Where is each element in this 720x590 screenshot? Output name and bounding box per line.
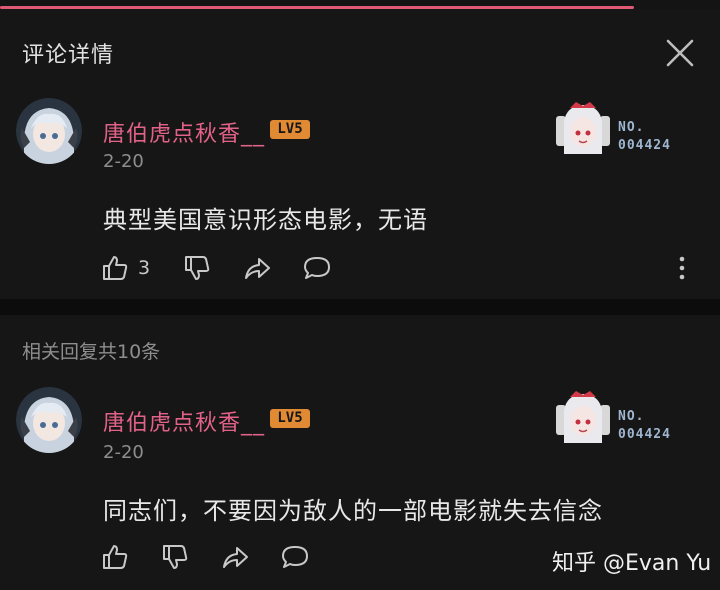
anime-avatar-icon <box>16 98 82 164</box>
share-arrow-icon <box>223 547 248 568</box>
comment-actions <box>100 542 320 576</box>
share-button[interactable] <box>220 542 252 574</box>
share-button[interactable] <box>242 253 274 285</box>
fan-character-icon <box>556 391 610 443</box>
username[interactable]: 唐伯虎点秋香__ <box>103 405 265 437</box>
like-button[interactable] <box>100 542 132 574</box>
comment-detail-header: 评论详情 <box>0 9 720 83</box>
thumbs-up-icon <box>103 545 128 569</box>
main-comment: 唐伯虎点秋香__ LV5 2-20 NO. 004424 典型美国意识形态电影，… <box>0 83 720 299</box>
like-count: 3 <box>138 257 151 279</box>
section-divider <box>0 299 720 315</box>
replies-header: 相关回复共10条 <box>0 315 720 372</box>
dislike-button[interactable] <box>182 253 214 285</box>
like-button[interactable]: 3 <box>100 253 150 285</box>
replies-count: 相关回复共10条 <box>22 341 161 363</box>
comment-actions: 3 <box>100 253 340 287</box>
close-icon <box>666 39 694 67</box>
level-badge: LV5 <box>270 120 310 139</box>
comment-date: 2-20 <box>103 151 144 172</box>
fan-card-label: NO. <box>618 409 645 424</box>
watermark: 知乎 @Evan Yu <box>552 551 712 576</box>
speech-bubble-icon <box>282 546 308 568</box>
reply-button[interactable] <box>280 542 312 574</box>
username[interactable]: 唐伯虎点秋香__ <box>103 116 265 148</box>
top-progress-track <box>0 0 720 9</box>
level-badge: LV5 <box>270 409 310 428</box>
fan-card-number: 004424 <box>618 138 671 153</box>
anime-avatar-icon <box>16 387 82 453</box>
fan-card-label: NO. <box>618 120 645 135</box>
fan-character-icon <box>556 102 610 154</box>
share-arrow-icon <box>245 258 270 279</box>
comment-content: 同志们，不要因为敌人的一部电影就失去信念 <box>103 497 603 525</box>
thumbs-down-icon <box>185 256 210 280</box>
comment-date: 2-20 <box>103 442 144 463</box>
close-button[interactable] <box>662 35 698 71</box>
page-title: 评论详情 <box>22 43 115 68</box>
fan-card-number: 004424 <box>618 427 671 442</box>
speech-bubble-icon <box>304 257 330 279</box>
vertical-ellipsis-icon <box>679 256 685 280</box>
more-options-button[interactable] <box>670 253 694 283</box>
avatar[interactable] <box>16 387 82 453</box>
thumbs-down-icon <box>163 545 188 569</box>
thumbs-up-icon <box>103 256 128 280</box>
reply-button[interactable] <box>302 253 334 285</box>
fan-card[interactable]: NO. 004424 <box>552 98 702 166</box>
dislike-button[interactable] <box>160 542 192 574</box>
fan-card[interactable]: NO. 004424 <box>552 387 702 455</box>
comment-content: 典型美国意识形态电影，无语 <box>103 206 428 234</box>
avatar[interactable] <box>16 98 82 164</box>
